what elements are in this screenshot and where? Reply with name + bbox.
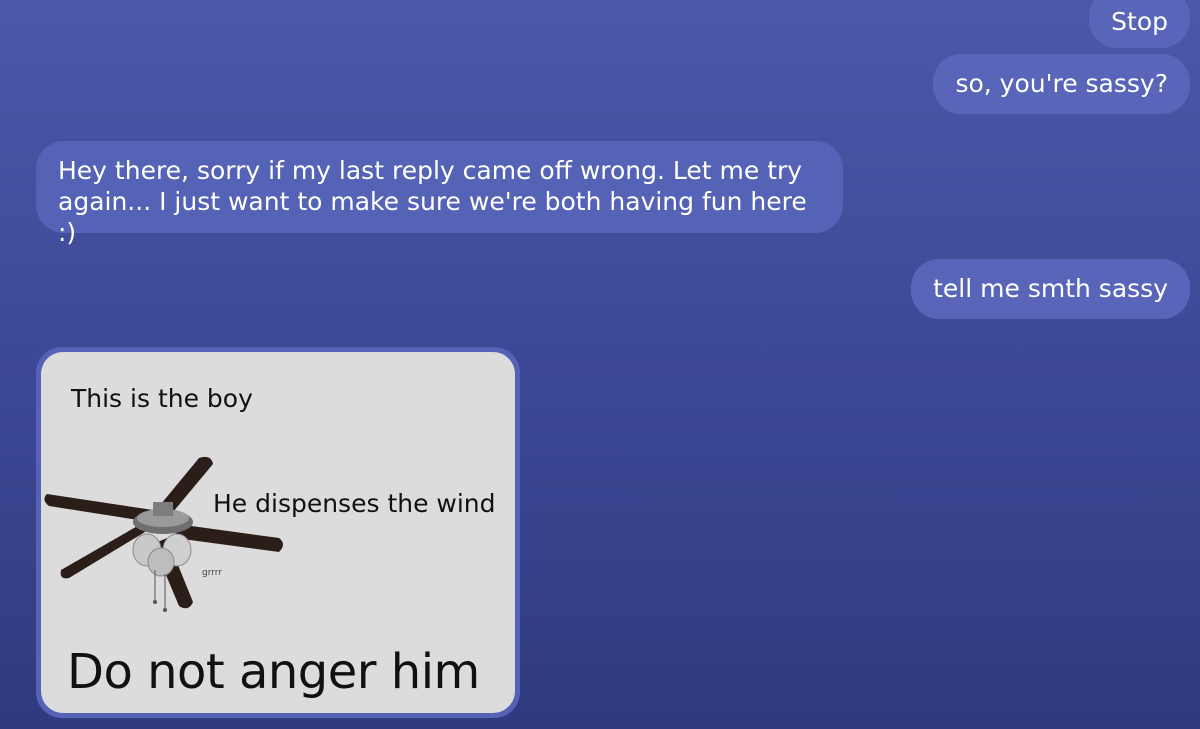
meme-caption-top: This is the boy bbox=[71, 384, 253, 413]
sent-message-bubble[interactable]: tell me smth sassy bbox=[911, 259, 1190, 319]
message-text: Stop bbox=[1111, 7, 1168, 36]
message-text: tell me smth sassy bbox=[933, 274, 1168, 303]
meme-caption-bottom: Do not anger him bbox=[67, 644, 480, 700]
image-message-bubble[interactable]: This is the boy He dispenses the wind gr… bbox=[36, 347, 520, 718]
received-message-bubble[interactable]: Hey there, sorry if my last reply came o… bbox=[36, 141, 843, 247]
meme-image[interactable]: This is the boy He dispenses the wind gr… bbox=[41, 352, 515, 713]
message-text: Hey there, sorry if my last reply came o… bbox=[58, 156, 807, 247]
meme-caption-small: grrrr bbox=[202, 568, 223, 578]
sent-message-bubble[interactable]: so, you're sassy? bbox=[933, 54, 1190, 114]
chat-thread: Stop so, you're sassy? Hey there, sorry … bbox=[0, 0, 1200, 729]
ceiling-fan-icon bbox=[44, 456, 283, 612]
sent-message-bubble[interactable]: Stop bbox=[1089, 0, 1190, 48]
meme-caption-middle: He dispenses the wind bbox=[213, 489, 496, 518]
message-text: so, you're sassy? bbox=[955, 69, 1168, 98]
